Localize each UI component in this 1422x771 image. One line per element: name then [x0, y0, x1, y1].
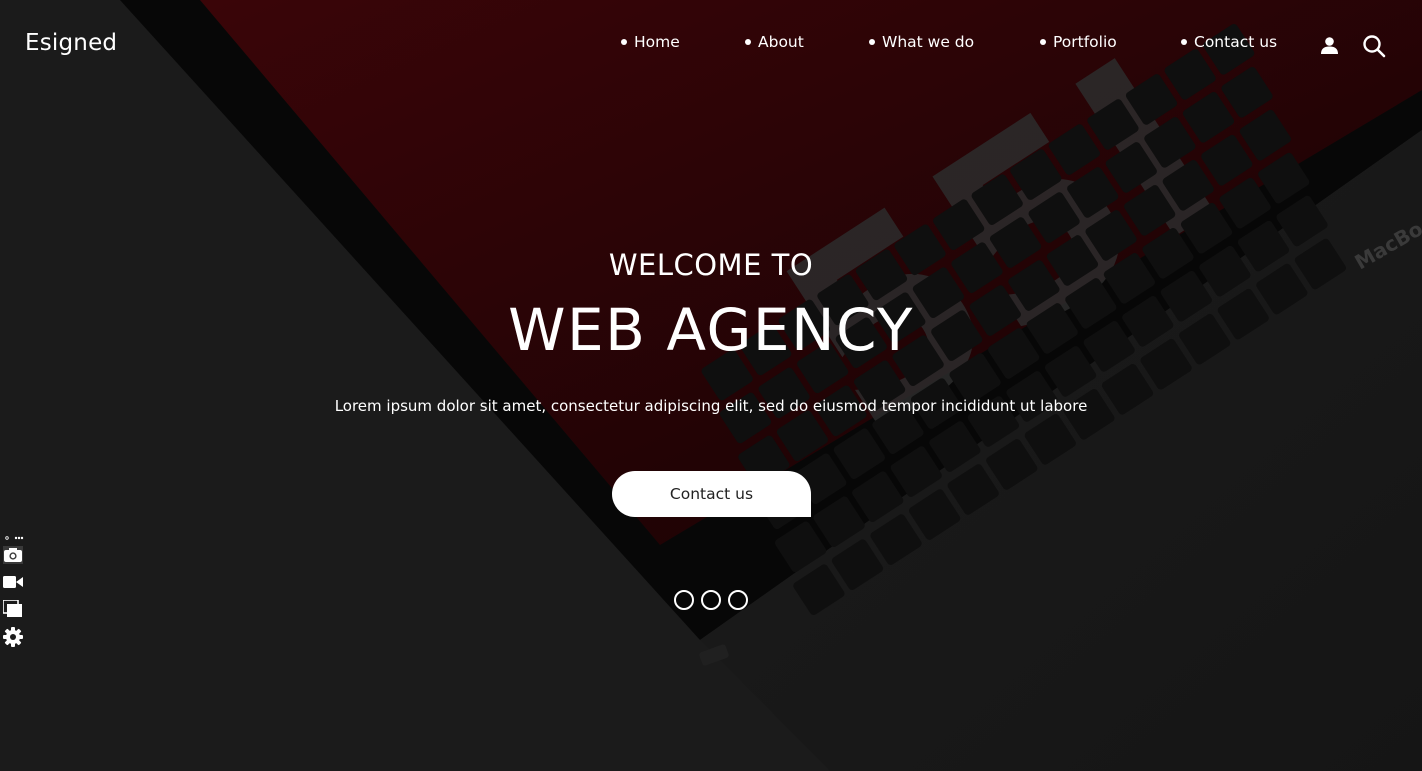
hero-background: 55I MacBo [0, 0, 1422, 771]
nav-item-home[interactable]: Home [621, 33, 680, 51]
hero-title: WEB AGENCY [508, 296, 914, 364]
nav-item-label: About [758, 33, 804, 51]
gallery-icon[interactable] [2, 599, 23, 623]
bullet-icon [1040, 39, 1046, 45]
bullet-icon [621, 39, 627, 45]
contact-us-button[interactable]: Contact us [612, 471, 811, 517]
nav-item-about[interactable]: About [745, 33, 804, 51]
slide-dot-2[interactable] [701, 590, 721, 610]
video-icon[interactable] [3, 575, 23, 594]
settings-icon[interactable] [3, 627, 23, 652]
slide-dot-3[interactable] [728, 590, 748, 610]
nav-item-label: Contact us [1194, 33, 1278, 51]
nav-item-what-we-do[interactable]: What we do [869, 33, 974, 51]
nav-item-contact-us[interactable]: Contact us [1181, 33, 1277, 51]
user-icon[interactable] [1320, 36, 1339, 60]
slide-dot-1[interactable] [674, 590, 694, 610]
hero-description: Lorem ipsum dolor sit amet, consectetur … [334, 397, 1088, 415]
nav-item-portfolio[interactable]: Portfolio [1040, 33, 1117, 51]
bullet-icon [869, 39, 875, 45]
bullet-icon [745, 39, 751, 45]
nav-item-label: What we do [882, 33, 975, 51]
main-nav: Home About What we do Portfolio Contact … [0, 33, 1422, 57]
search-icon[interactable] [1362, 34, 1386, 63]
bullet-icon [1181, 39, 1187, 45]
camera-icon[interactable] [3, 546, 23, 569]
slider-pagination [674, 590, 748, 610]
hero-subtitle: WELCOME TO [608, 248, 814, 282]
nav-item-label: Portfolio [1053, 33, 1117, 51]
nav-item-label: Home [634, 33, 680, 51]
